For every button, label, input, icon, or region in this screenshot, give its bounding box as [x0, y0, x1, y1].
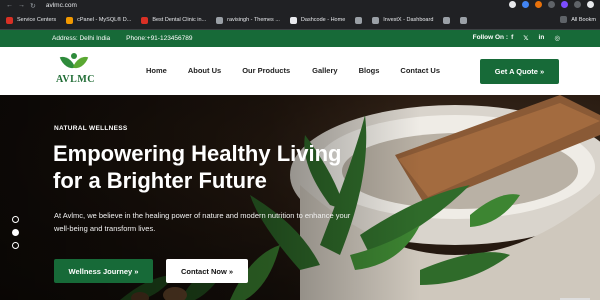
dashcode-icon — [289, 16, 297, 24]
wellness-journey-button[interactable]: Wellness Journey » — [54, 259, 153, 283]
folder-icon — [560, 16, 568, 23]
twitter-icon[interactable]: 𝕏 — [523, 34, 528, 42]
linkedin-icon[interactable]: in — [539, 34, 545, 42]
main-menu: Home About Us Our Products Gallery Blogs… — [146, 66, 440, 75]
nav-our-products[interactable]: Our Products — [242, 66, 290, 75]
back-icon[interactable]: ← — [6, 2, 13, 10]
nav-home[interactable]: Home — [146, 66, 167, 75]
globe-icon — [460, 16, 468, 24]
phone-text: Phone:+91-123456789 — [126, 35, 193, 42]
globe-icon — [216, 16, 224, 24]
bookmark-item[interactable] — [460, 16, 468, 24]
site-logo[interactable]: AVLMC — [56, 53, 95, 91]
get-a-quote-button[interactable]: Get A Quote » — [480, 59, 559, 84]
hero-headline: Empowering Healthy Living for a Brighter… — [53, 140, 393, 194]
reload-icon[interactable]: ↻ — [30, 2, 36, 10]
bookmark-item[interactable]: Best Dental Clinic in... — [141, 16, 206, 24]
slider-dot-active[interactable] — [12, 229, 19, 236]
social-links: f 𝕏 in ◎ — [511, 34, 560, 42]
forward-icon[interactable]: → — [18, 2, 25, 10]
nav-about-us[interactable]: About Us — [188, 66, 221, 75]
address-text: Address: Delhi India — [52, 35, 111, 42]
youtube-icon — [6, 16, 13, 24]
hero-tagline: NATURAL WELLNESS — [54, 125, 128, 132]
globe-icon — [355, 16, 363, 24]
hero-headline-line: Empowering Healthy Living — [53, 141, 342, 166]
brand-name: AVLMC — [56, 74, 95, 85]
bookmark-item[interactable]: Dashcode - Home — [289, 16, 345, 24]
bookmark-item[interactable] — [355, 16, 363, 24]
menu-icon[interactable] — [587, 1, 594, 8]
follow-label: Follow On : — [472, 34, 508, 41]
bookmarks-bar: Service Centers cPanel - MySQL® D... Bes… — [0, 11, 600, 30]
facebook-icon[interactable]: f — [511, 34, 513, 42]
bookmark-item[interactable]: cPanel - MySQL® D... — [66, 16, 131, 24]
nav-blogs[interactable]: Blogs — [359, 66, 380, 75]
globe-icon — [372, 16, 380, 24]
slider-dot[interactable] — [12, 242, 19, 249]
main-navbar: AVLMC Home About Us Our Products Gallery… — [0, 47, 600, 95]
nav-gallery[interactable]: Gallery — [312, 66, 337, 75]
bookmark-item[interactable]: InvestX - Dashboard — [372, 16, 433, 24]
slider-dots — [12, 216, 19, 249]
extension-icon[interactable] — [535, 1, 542, 8]
leaf-logo-icon — [59, 53, 89, 73]
bookmark-item[interactable]: Service Centers — [6, 16, 56, 24]
profile-icon[interactable] — [574, 1, 581, 8]
bookmark-item[interactable]: ravisingh - Themes ... — [216, 16, 280, 24]
extension-icon[interactable] — [522, 1, 529, 8]
address-bar[interactable]: avlmc.com — [46, 2, 77, 9]
browser-toolbar: ← → ↻ avlmc.com — [0, 0, 600, 11]
nav-contact-us[interactable]: Contact Us — [400, 66, 440, 75]
hero-description: At Avlmc, we believe in the healing powe… — [54, 211, 351, 233]
hero-headline-line: for a Brighter Future — [53, 168, 267, 193]
globe-icon — [443, 16, 451, 24]
extensions-area — [509, 1, 594, 8]
browser-nav: ← → ↻ — [6, 2, 36, 10]
dental-icon — [141, 16, 149, 24]
contact-now-button[interactable]: Contact Now » — [166, 259, 248, 283]
hero-section: NATURAL WELLNESS Empowering Healthy Livi… — [0, 95, 600, 300]
cpanel-icon — [66, 16, 74, 24]
extension-icon[interactable] — [548, 1, 555, 8]
slider-dot[interactable] — [12, 216, 19, 223]
star-icon[interactable] — [509, 1, 516, 8]
top-info-bar: Address: Delhi India Phone:+91-123456789… — [0, 30, 600, 47]
bookmark-item[interactable] — [443, 16, 451, 24]
all-bookmarks[interactable]: All Bookm — [560, 16, 596, 23]
instagram-icon[interactable]: ◎ — [554, 34, 560, 42]
extension-icon[interactable] — [561, 1, 568, 8]
